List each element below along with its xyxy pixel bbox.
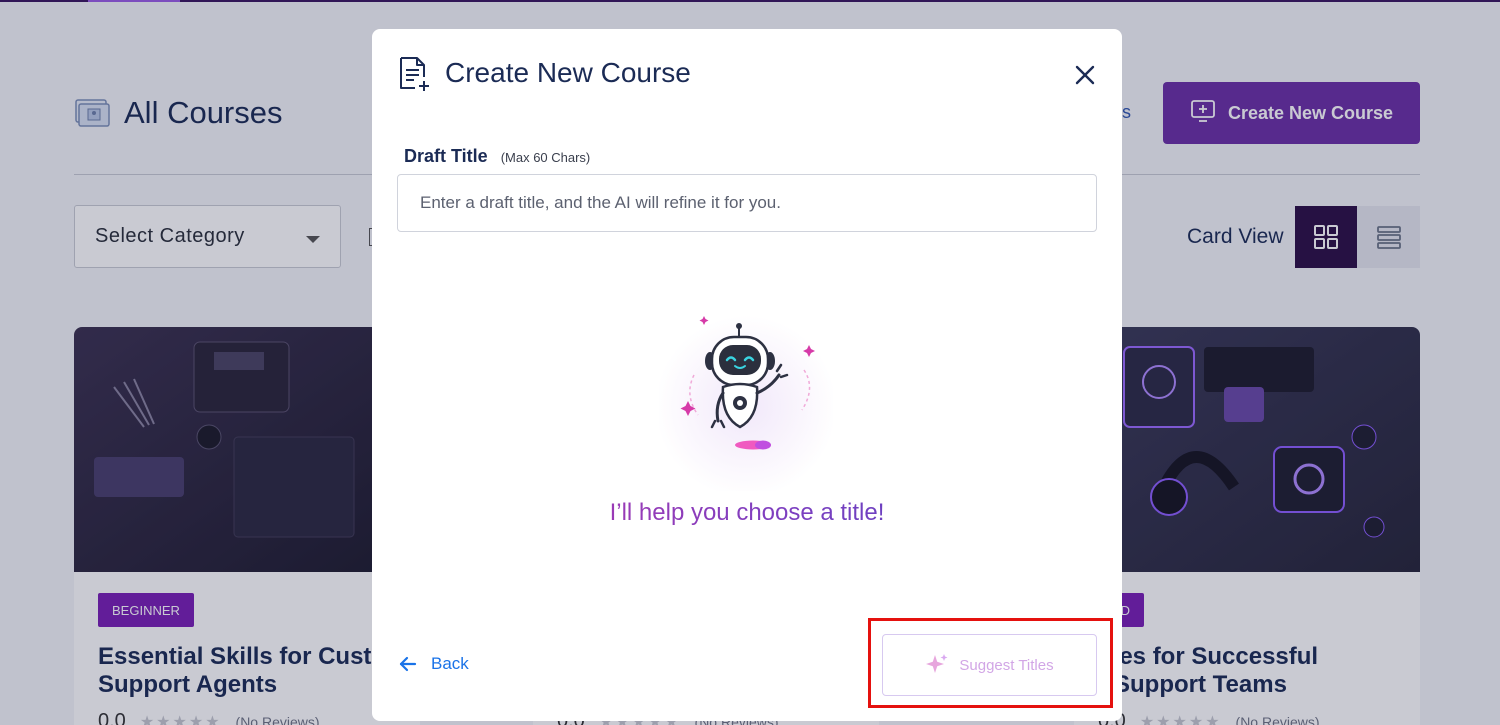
close-button[interactable] xyxy=(1072,62,1098,88)
highlight-annotation-box xyxy=(868,618,1113,708)
draft-title-label: Draft Title (Max 60 Chars) xyxy=(404,146,590,167)
back-button[interactable]: Back xyxy=(399,654,469,674)
arrow-left-icon xyxy=(399,656,417,672)
draft-title-char-hint: (Max 60 Chars) xyxy=(500,150,591,165)
robot-illustration xyxy=(659,315,833,491)
document-add-icon xyxy=(397,55,431,93)
draft-title-label-text: Draft Title xyxy=(404,146,488,166)
modal-title: Create New Course xyxy=(445,57,691,88)
back-label: Back xyxy=(431,654,469,673)
ai-helper-message: I’ll help you choose a title! xyxy=(372,499,1122,527)
draft-title-input[interactable] xyxy=(397,174,1097,232)
close-icon xyxy=(1075,65,1095,85)
